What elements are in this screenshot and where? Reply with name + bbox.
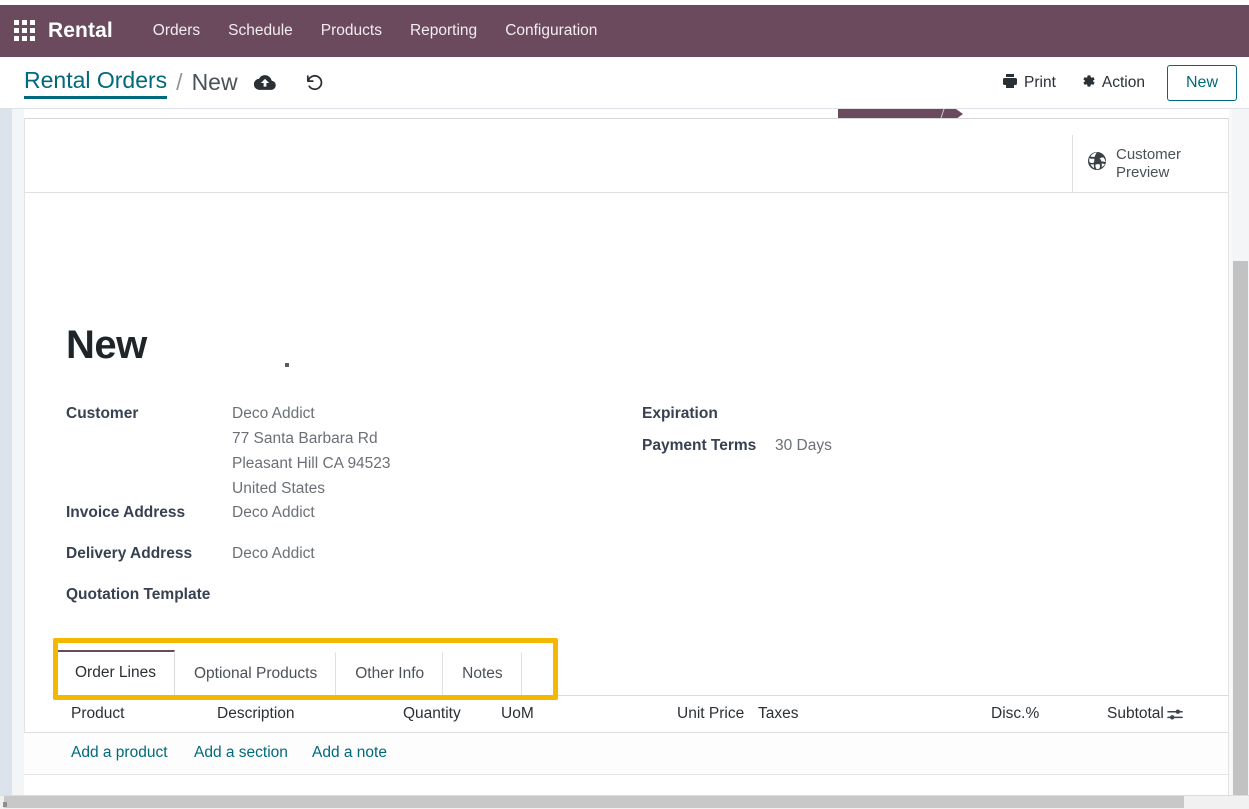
action-label: Action xyxy=(1101,74,1145,91)
gear-icon xyxy=(1080,73,1096,94)
field-label-invoice-address: Invoice Address xyxy=(66,504,186,521)
order-lines-add-row: Add a product Add a section Add a note xyxy=(24,733,1228,775)
horizontal-scrollbar-thumb[interactable] xyxy=(4,796,1184,808)
breadcrumb-separator: / xyxy=(176,68,183,95)
status-bar xyxy=(24,109,1229,119)
vertical-scrollbar-thumb[interactable] xyxy=(1233,261,1248,809)
field-value-invoice-address[interactable]: Deco Addict xyxy=(232,500,315,525)
nav-item-orders[interactable]: Orders xyxy=(139,16,214,46)
customer-name: Deco Addict xyxy=(232,405,315,422)
app-brand-rental[interactable]: Rental xyxy=(48,19,113,43)
field-label-expiration: Expiration xyxy=(642,405,718,422)
customer-address-country: United States xyxy=(232,480,326,497)
nav-item-schedule[interactable]: Schedule xyxy=(214,16,307,46)
scrollbar-corner-marker xyxy=(3,802,7,807)
breadcrumb-rental-orders[interactable]: Rental Orders xyxy=(24,67,168,99)
apps-grid-icon[interactable] xyxy=(14,20,36,42)
column-header-subtotal[interactable]: Subtotal xyxy=(1107,705,1164,723)
vertical-scrollbar-track[interactable] xyxy=(1232,109,1249,809)
customer-preview-button[interactable]: Customer Preview xyxy=(1072,135,1220,192)
field-value-customer[interactable]: Deco Addict 77 Santa Barbara Rd Pleasant… xyxy=(232,401,391,501)
printer-icon xyxy=(1002,73,1018,94)
field-quotation-template: Quotation Template xyxy=(66,582,642,607)
left-gutter-inner xyxy=(12,109,24,809)
tab-notes[interactable]: Notes xyxy=(443,652,522,696)
cloud-upload-icon[interactable] xyxy=(253,74,276,91)
stat-button-bar: Customer Preview xyxy=(24,135,1228,193)
page-title[interactable]: New xyxy=(66,322,1206,368)
undo-icon[interactable] xyxy=(304,72,325,92)
column-header-product[interactable]: Product xyxy=(71,705,124,723)
column-header-disc[interactable]: Disc.% xyxy=(991,705,1039,723)
record-header: New xyxy=(66,322,1206,368)
print-label: Print xyxy=(1024,74,1056,91)
field-payment-terms: Payment Terms 30 Days xyxy=(642,433,1182,458)
text-cursor-artifact xyxy=(285,363,289,367)
column-header-description[interactable]: Description xyxy=(217,705,295,723)
nav-item-reporting[interactable]: Reporting xyxy=(396,16,491,46)
nav-item-configuration[interactable]: Configuration xyxy=(491,16,611,46)
tab-other-info[interactable]: Other Info xyxy=(336,652,444,696)
tab-order-lines[interactable]: Order Lines xyxy=(56,650,175,696)
customer-address-city: Pleasant Hill CA 94523 xyxy=(232,455,391,472)
status-bar-active-stage[interactable] xyxy=(838,109,963,118)
column-header-quantity[interactable]: Quantity xyxy=(403,705,461,723)
add-a-note-link[interactable]: Add a note xyxy=(312,744,387,762)
field-row-delivery-address: Delivery Address Deco Addict xyxy=(66,541,1216,566)
field-customer: Customer Deco Addict 77 Santa Barbara Rd… xyxy=(66,401,642,501)
field-label-quotation-template: Quotation Template xyxy=(66,586,211,603)
customer-preview-label: Customer Preview xyxy=(1116,145,1182,181)
customer-address-street: 77 Santa Barbara Rd xyxy=(232,430,378,447)
action-button[interactable]: Action xyxy=(1068,66,1157,101)
horizontal-scrollbar-track[interactable] xyxy=(0,795,1249,809)
breadcrumb-current: New xyxy=(191,68,238,95)
nav-item-products[interactable]: Products xyxy=(307,16,396,46)
add-a-product-link[interactable]: Add a product xyxy=(71,744,168,762)
breadcrumb: Rental Orders / New xyxy=(24,67,325,99)
column-header-unit-price[interactable]: Unit Price xyxy=(677,705,744,723)
field-delivery-address: Delivery Address Deco Addict xyxy=(66,541,642,566)
field-row-invoice-address: Invoice Address Deco Addict xyxy=(66,500,1216,525)
sliders-icon[interactable] xyxy=(1167,707,1184,727)
tab-optional-products[interactable]: Optional Products xyxy=(175,652,337,696)
odoo-rental-order-form: Rental Orders Schedule Products Reportin… xyxy=(0,0,1249,809)
control-panel: Rental Orders / New Print Action New xyxy=(0,57,1249,109)
field-label-customer: Customer xyxy=(66,405,139,422)
order-lines-header: Product Description Quantity UoM Unit Pr… xyxy=(24,698,1228,733)
print-button[interactable]: Print xyxy=(990,66,1068,101)
field-label-delivery-address: Delivery Address xyxy=(66,545,193,562)
notebook-tabs: Order Lines Optional Products Other Info… xyxy=(56,650,1229,696)
field-label-payment-terms: Payment Terms xyxy=(642,437,757,454)
top-navbar: Rental Orders Schedule Products Reportin… xyxy=(0,5,1249,57)
field-row-quotation-template: Quotation Template xyxy=(66,582,1216,607)
form-fields: Customer Deco Addict 77 Santa Barbara Rd… xyxy=(66,401,1216,617)
add-a-section-link[interactable]: Add a section xyxy=(194,744,288,762)
field-row-payment-terms: Payment Terms 30 Days xyxy=(642,433,1216,458)
form-content-area: Customer Preview New Customer Deco Addic… xyxy=(0,109,1249,809)
globe-icon xyxy=(1087,151,1107,176)
column-header-taxes[interactable]: Taxes xyxy=(758,705,799,723)
field-value-delivery-address[interactable]: Deco Addict xyxy=(232,541,315,566)
left-gutter xyxy=(0,109,12,809)
field-expiration: Expiration xyxy=(642,401,1182,426)
column-header-uom[interactable]: UoM xyxy=(501,705,534,723)
new-button[interactable]: New xyxy=(1166,65,1237,101)
field-invoice-address: Invoice Address Deco Addict xyxy=(66,500,642,525)
field-value-payment-terms[interactable]: 30 Days xyxy=(775,433,832,458)
control-panel-actions: Print Action New xyxy=(990,65,1237,101)
